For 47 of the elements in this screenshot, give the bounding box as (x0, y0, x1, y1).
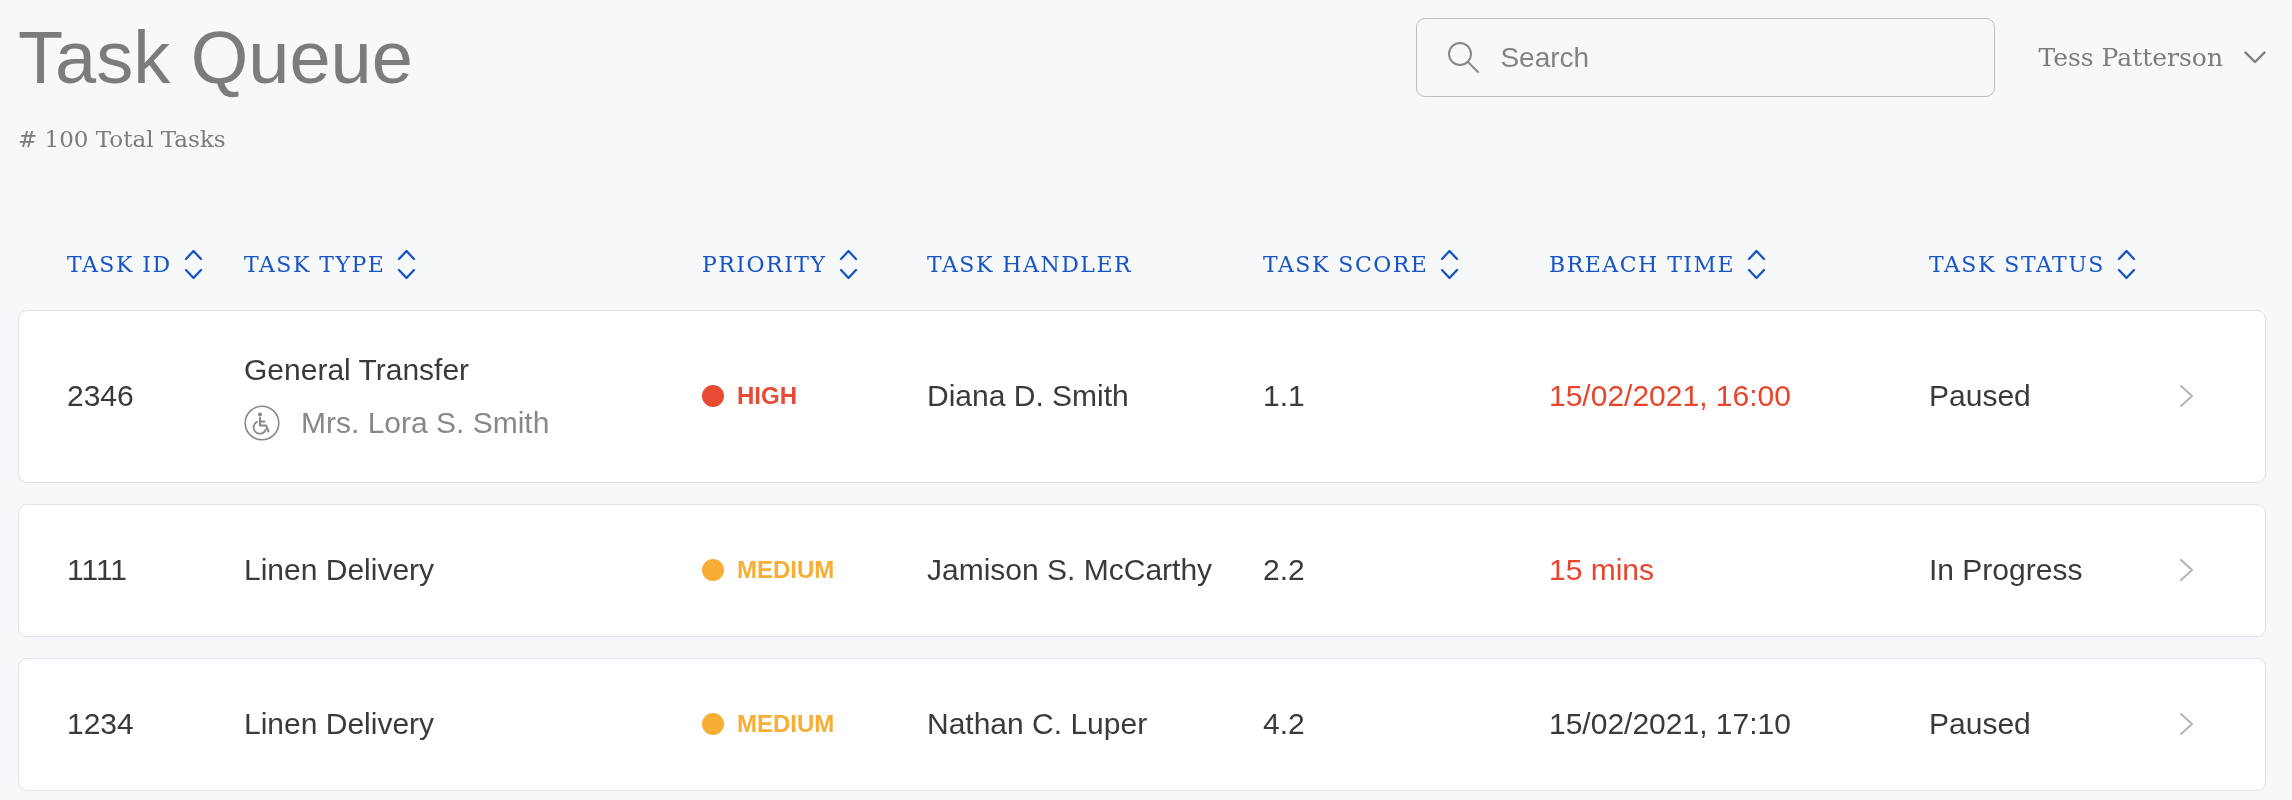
sort-icon (1440, 249, 1460, 281)
chevron-right-icon (2179, 384, 2194, 409)
handler-name: Nathan C. Luper (927, 706, 1148, 743)
priority-label: MEDIUM (737, 555, 835, 586)
chevron-right-icon (2179, 558, 2194, 583)
patient-name: Mrs. Lora S. Smith (301, 404, 550, 441)
column-header[interactable]: PRIORITY (702, 249, 858, 281)
task-status: In Progress (1929, 552, 2083, 589)
sort-icon (2116, 249, 2136, 281)
task-type: General Transfer (244, 351, 470, 388)
column-header[interactable]: TASK TYPE (244, 249, 417, 281)
breach-time: 15/02/2021, 16:00 (1549, 378, 1791, 415)
handler-name: Diana D. Smith (927, 378, 1129, 415)
sort-icon (838, 249, 858, 281)
handler-name: Jamison S. McCarthy (927, 552, 1213, 589)
chevron-down-icon (2244, 51, 2266, 64)
column-header[interactable]: BREACH TIME (1549, 249, 1767, 281)
task-score: 4.2 (1263, 706, 1305, 743)
task-row[interactable]: 1111 Linen Delivery MEDIUM Jamison S. McCarthy 2.2 15 mins In Progress (18, 503, 2266, 637)
task-id: 1234 (67, 706, 134, 743)
task-row[interactable]: 2346 General Transfer Mrs. Lora S. Smith HIGH Diana D. Smith 1.1 15/02/2021, 16:00 Paused (18, 309, 2266, 483)
sort-icon (397, 249, 417, 281)
wheelchair-icon (244, 404, 280, 441)
column-header: TASK HANDLER (927, 252, 1133, 278)
chevron-right-icon (2179, 712, 2194, 737)
breach-time: 15/02/2021, 17:10 (1549, 706, 1791, 743)
user-menu[interactable]: Tess Patterson (2038, 43, 2266, 72)
sort-icon (1747, 249, 1767, 281)
column-header[interactable]: TASK STATUS (1929, 249, 2136, 281)
column-header[interactable]: TASK SCORE (1263, 249, 1460, 281)
sort-icon (183, 249, 203, 281)
task-status: Paused (1929, 378, 2031, 415)
breach-time: 15 mins (1549, 552, 1655, 589)
task-status: Paused (1929, 706, 2031, 743)
task-id: 1111 (67, 552, 128, 589)
task-row[interactable]: 1234 Linen Delivery MEDIUM Nathan C. Luper 4.2 15/02/2021, 17:10 Paused (18, 657, 2266, 791)
priority-label: MEDIUM (737, 709, 835, 740)
column-header[interactable]: TASK ID (67, 249, 203, 281)
search-icon (1447, 41, 1480, 73)
priority-label: HIGH (737, 381, 797, 412)
task-id: 2346 (67, 378, 134, 415)
task-type: Linen Delivery (244, 706, 435, 743)
task-count: # 100 Total Tasks (18, 126, 226, 154)
search-field[interactable]: Search (1416, 18, 1996, 97)
task-type: Linen Delivery (244, 552, 435, 589)
task-score: 1.1 (1263, 378, 1305, 415)
task-score: 2.2 (1263, 552, 1305, 589)
